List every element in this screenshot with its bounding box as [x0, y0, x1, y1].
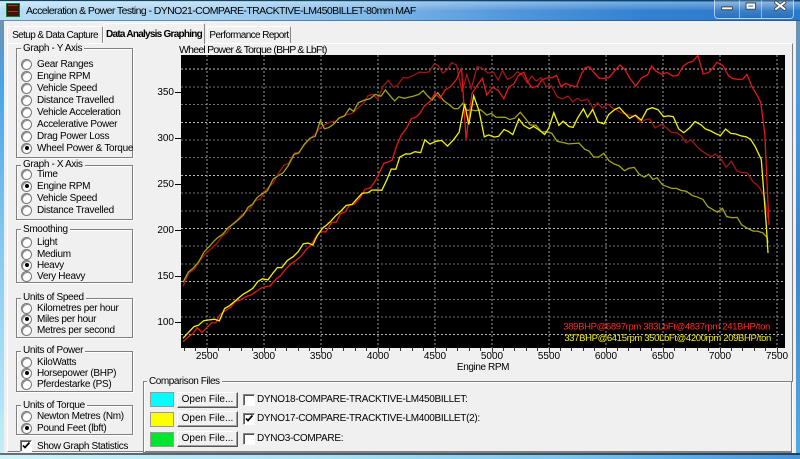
svg-text:389BHP@6897rpm 383LbFt@4837rpm: 389BHP@6897rpm 383LbFt@4837rpm 241BHP/to… [563, 322, 770, 333]
svg-text:337BHP@6415rpm 350LbFt@4200rpm: 337BHP@6415rpm 350LbFt@4200rpm 209BHP/to… [564, 333, 771, 344]
